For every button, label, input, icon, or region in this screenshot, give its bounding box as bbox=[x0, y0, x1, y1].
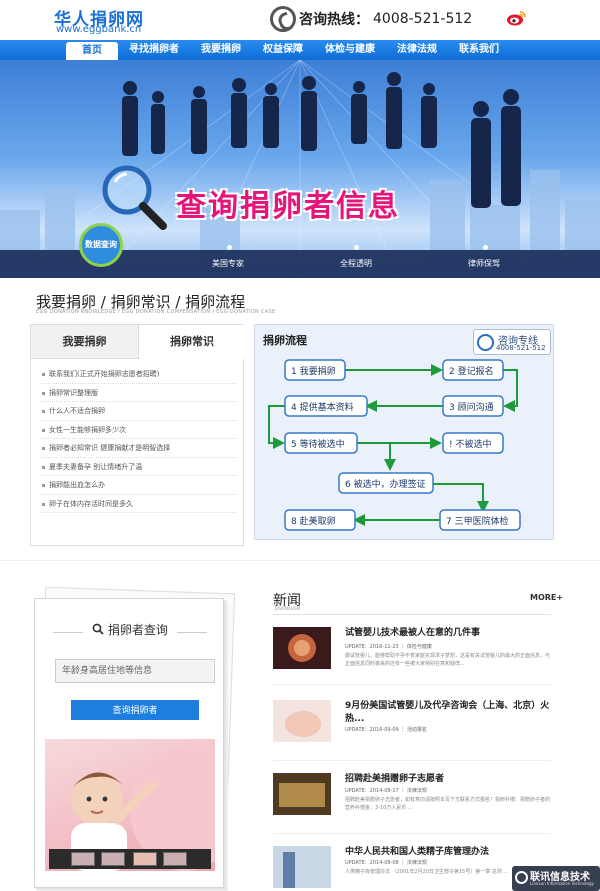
banner-feature-lawyer: 律师保驾 bbox=[468, 259, 500, 268]
news-meta: UPDATE：2014-08-17 ｜ 法律法规 bbox=[345, 788, 427, 794]
search-input[interactable]: 年龄身高居住地等信息 bbox=[55, 659, 215, 683]
tab-donate[interactable]: 我要捐卵 bbox=[31, 325, 138, 359]
watermark-icon bbox=[515, 871, 528, 884]
nav-donate[interactable]: 我要捐卵 bbox=[190, 40, 252, 60]
page: 华人捐卵网 www.eggbank.cn 咨询热线： 4008-521-512 … bbox=[0, 0, 600, 891]
nav-health[interactable]: 体检与建康 bbox=[314, 40, 386, 60]
knowledge-tabs: 我要捐卵 捐卵常识 联系我们(正式开始捐卵志愿者招聘) 捐卵常识整理版 什么人不… bbox=[30, 324, 245, 546]
flow-step: 5 等待被选中 bbox=[291, 438, 345, 450]
news-subtitle: JOURNALISM bbox=[275, 606, 301, 611]
donation-flow: 捐卵流程 咨询专线 4008-521-512 1 我要捐卵 2 登记报名 3 顾… bbox=[254, 324, 554, 540]
news-meta: UPDATE：2014-08-08 ｜ 法律法规 bbox=[345, 860, 427, 866]
list-item[interactable]: 捐卵者必知常识 健康捐献才是明智选择 bbox=[41, 439, 237, 458]
news-thumbnail bbox=[273, 627, 331, 669]
list-item[interactable]: 卵子在体内存活时间是多久 bbox=[41, 495, 237, 513]
phone-icon bbox=[270, 6, 296, 32]
banner-feature-experts: 美国专家 bbox=[212, 259, 244, 268]
news-separator bbox=[273, 684, 551, 685]
list-item[interactable]: 捐卵常识整理版 bbox=[41, 384, 237, 402]
news-headline[interactable]: 9月份美国试管婴儿及代孕咨询会（上海、北京）火热... bbox=[345, 700, 551, 726]
news-headline[interactable]: 试管婴儿技术最被人在意的几件事 bbox=[345, 627, 551, 640]
flow-step: ! 不被选中 bbox=[449, 438, 491, 450]
news-more-link[interactable]: MORE+ bbox=[530, 593, 563, 602]
banner-title: 查询捐卵者信息 bbox=[176, 189, 400, 224]
nav-law[interactable]: 法律法规 bbox=[386, 40, 448, 60]
flow-step: 1 我要捐卵 bbox=[291, 365, 336, 377]
nav-find-donor[interactable]: 寻找捐卵者 bbox=[118, 40, 190, 60]
hotline: 咨询热线： 4008-521-512 bbox=[270, 6, 472, 32]
strip-dot bbox=[354, 245, 359, 250]
watermark-subtext: Lianxun Information Technology bbox=[530, 881, 594, 886]
flow-step: 3 顾问沟通 bbox=[449, 401, 494, 413]
strip-dot bbox=[483, 245, 488, 250]
thumbnail[interactable] bbox=[163, 852, 187, 866]
list-item[interactable]: 夏季夫妻备孕 别让情绪升了温 bbox=[41, 458, 237, 476]
weibo-icon[interactable] bbox=[506, 10, 526, 26]
nav-home[interactable]: 首页 bbox=[66, 42, 118, 60]
watermark-logo: 联讯信息技术 Lianxun Information Technology bbox=[512, 866, 600, 891]
thumbnail-bar bbox=[49, 849, 211, 869]
nav-rights[interactable]: 权益保障 bbox=[252, 40, 314, 60]
flow-step: 4 提供基本资料 bbox=[291, 401, 354, 413]
thumbnail[interactable] bbox=[133, 852, 157, 866]
consult-number: 4008-521-512 bbox=[496, 344, 546, 352]
list-item[interactable]: 联系我们(正式开始捐卵志愿者招聘) bbox=[41, 365, 237, 384]
news-headline[interactable]: 招聘赴美捐赠卵子志愿者 bbox=[345, 773, 551, 786]
search-icon bbox=[92, 623, 104, 635]
news-separator bbox=[273, 760, 551, 761]
nav-contact[interactable]: 联系我们 bbox=[448, 40, 510, 60]
search-title-text: 捐卵者查询 bbox=[107, 623, 168, 637]
news-meta: UPDATE：2016-09-09 ｜ 活动报名 bbox=[345, 727, 427, 733]
news-desc: 做试管婴儿，能够帮助不孕不育家庭实现求子梦想，这是有关试管婴儿的最大的正面信息，… bbox=[345, 653, 551, 667]
banner-feature-transparent: 全程透明 bbox=[340, 259, 372, 268]
section-subtitle: EGG DONATION KNOWLEDGE / EGG DONATION CO… bbox=[36, 309, 276, 315]
flow-diagram: 1 我要捐卵 2 登记报名 3 顾问沟通 4 提供基本资料 5 等待被选中 ! … bbox=[268, 359, 521, 531]
consult-line[interactable]: 咨询专线 4008-521-512 bbox=[473, 329, 551, 355]
hotline-number: 4008-521-512 bbox=[373, 11, 473, 27]
hotline-label: 咨询热线： bbox=[299, 12, 369, 28]
tab-knowledge[interactable]: 捐卵常识 bbox=[138, 325, 245, 359]
flow-step: 7 三甲医院体检 bbox=[446, 515, 509, 527]
flow-step: 8 赴美取卵 bbox=[291, 515, 336, 527]
search-donor-button[interactable]: 查询捐卵者 bbox=[71, 700, 199, 720]
list-item[interactable]: 什么人不适合捐卵 bbox=[41, 402, 237, 421]
news-thumbnail bbox=[273, 700, 331, 742]
list-item[interactable]: 捐卵能出血怎么办 bbox=[41, 476, 237, 495]
site-url: www.eggbank.cn bbox=[56, 24, 142, 35]
main-nav: 首页 寻找捐卵者 我要捐卵 权益保障 体检与建康 法律法规 联系我们 bbox=[0, 40, 600, 60]
divider bbox=[0, 560, 600, 561]
news-separator bbox=[273, 833, 551, 834]
data-query-button[interactable]: 数据查询 bbox=[79, 223, 123, 267]
phone-icon bbox=[477, 334, 494, 351]
list-item[interactable]: 女性一生能够捐卵多少次 bbox=[41, 421, 237, 439]
donor-search-card: 捐卵者查询 年龄身高居住地等信息 查询捐卵者 bbox=[34, 598, 224, 888]
news-meta: UPDATE：2016-11-23 ｜ 体检与健康 bbox=[345, 644, 432, 650]
flow-title: 捐卵流程 bbox=[263, 334, 307, 347]
site-header: 华人捐卵网 www.eggbank.cn 咨询热线： 4008-521-512 bbox=[0, 0, 600, 40]
news-headline[interactable]: 中华人民共和国人类精子库管理办法 bbox=[345, 846, 551, 859]
magnifier-icon bbox=[102, 165, 167, 230]
knowledge-list: 联系我们(正式开始捐卵志愿者招聘) 捐卵常识整理版 什么人不适合捐卵 女性一生能… bbox=[41, 365, 237, 513]
news-desc: 招聘赴美捐赠卵子志愿者，如有意向请按照本页下方联系方式报名！捐卵补偿：捐赠卵子者… bbox=[345, 797, 551, 811]
thumbnail[interactable] bbox=[101, 852, 125, 866]
news-thumbnail bbox=[273, 846, 331, 888]
flow-step: 6 被选中，办理签证 bbox=[345, 478, 426, 490]
news-thumbnail bbox=[273, 773, 331, 815]
strip-dot bbox=[227, 245, 232, 250]
news-rule bbox=[273, 614, 551, 615]
flow-step: 2 登记报名 bbox=[449, 365, 494, 377]
search-title: 捐卵者查询 bbox=[35, 621, 225, 638]
thumbnail[interactable] bbox=[71, 852, 95, 866]
